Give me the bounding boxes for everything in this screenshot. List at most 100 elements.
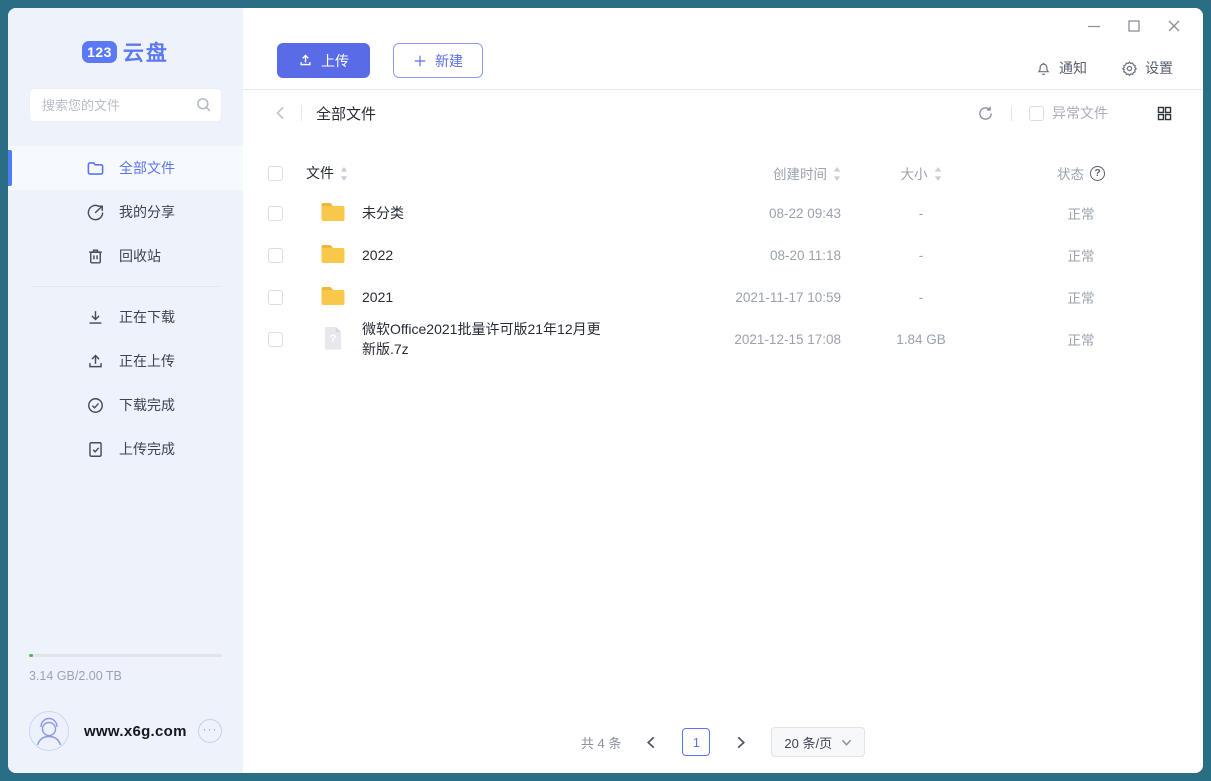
abnormal-files-label: 异常文件 [1052,103,1108,123]
account-site-label: www.x6g.com [84,723,187,740]
row-checkbox[interactable] [268,290,283,305]
table-row[interactable]: ? 微软Office2021批量许可版21年12月更新版.7z 2021-12-… [268,318,1161,360]
folder-icon [320,201,346,225]
file-size: - [841,290,1001,305]
storage-usage: 3.14 GB/2.00 TB [29,654,222,683]
unknown-file-icon: ? [320,327,346,351]
sidebar-item-label: 正在下载 [119,307,175,327]
sidebar-item-all-files[interactable]: 全部文件 [8,146,243,190]
file-name[interactable]: 微软Office2021批量许可版21年12月更新版.7z [362,319,606,359]
folder-icon [320,243,346,267]
minimize-button[interactable] [1087,19,1101,33]
page-size-label: 20 条/页 [784,733,832,752]
file-status: 正常 [1001,245,1161,265]
select-all-checkbox[interactable] [268,166,283,181]
main-panel: 上传 新建 通知 设置 [243,8,1203,773]
grid-view-icon[interactable] [1156,105,1173,122]
upload-icon [298,53,313,68]
sort-icon[interactable] [833,167,841,180]
controls-divider [1011,106,1012,121]
logo-badge-icon: 123 [82,41,117,63]
status-help-icon[interactable]: ? [1090,166,1105,181]
sidebar-item-downloading[interactable]: 正在下载 [8,295,243,339]
account-row[interactable]: www.x6g.com ··· [29,711,222,751]
file-created: 2021-11-17 10:59 [606,290,841,305]
unknown-file-glyph: ? [320,333,346,345]
breadcrumb-divider [301,105,302,121]
file-name[interactable]: 2021 [362,289,393,305]
breadcrumb: 全部文件 异常文件 [243,90,1203,136]
share-icon [86,203,105,222]
plus-icon [413,54,427,68]
table-row[interactable]: 2021 2021-11-17 10:59 - 正常 [268,276,1161,318]
gear-icon [1121,60,1138,77]
uploading-icon [86,352,105,371]
search-icon[interactable] [195,96,212,113]
row-checkbox[interactable] [268,206,283,221]
bell-icon [1035,60,1052,77]
row-checkbox[interactable] [268,248,283,263]
app-window: 123 云盘 全部文件 我的分享 [8,8,1203,773]
close-button[interactable] [1167,19,1181,33]
upload-button-label: 上传 [321,51,349,71]
new-button-label: 新建 [435,51,463,71]
page-number-button[interactable]: 1 [682,728,710,756]
sidebar-item-label: 全部文件 [119,158,175,178]
sidebar-item-recycle-bin[interactable]: 回收站 [8,234,243,278]
file-size: - [841,248,1001,263]
storage-label: 3.14 GB/2.00 TB [29,669,222,683]
sort-icon[interactable] [340,167,348,180]
storage-progress-fill [29,654,33,657]
settings-label: 设置 [1145,58,1173,78]
file-name[interactable]: 2022 [362,247,393,263]
back-icon[interactable] [273,105,289,121]
row-checkbox[interactable] [268,332,283,347]
file-created: 08-22 09:43 [606,206,841,221]
toolbar-right: 通知 设置 [1035,58,1173,78]
notifications-button[interactable]: 通知 [1035,58,1087,78]
search-input[interactable] [29,88,222,122]
upload-done-icon [86,440,105,459]
file-status: 正常 [1001,287,1161,307]
account-more-button[interactable]: ··· [198,719,222,743]
sidebar-item-label: 我的分享 [119,202,175,222]
sidebar-item-uploading[interactable]: 正在上传 [8,339,243,383]
abnormal-files-checkbox[interactable] [1029,106,1044,121]
pagination-total: 共 4 条 [581,733,621,752]
sidebar-item-label: 回收站 [119,246,161,266]
next-page-icon[interactable] [734,736,747,749]
sidebar-nav: 全部文件 我的分享 回收站 正在下载 [8,146,243,471]
sidebar-item-download-done[interactable]: 下载完成 [8,383,243,427]
maximize-button[interactable] [1127,19,1141,33]
file-status: 正常 [1001,329,1161,349]
settings-button[interactable]: 设置 [1121,58,1173,78]
sidebar-item-upload-done[interactable]: 上传完成 [8,427,243,471]
sidebar-divider [32,286,219,287]
download-done-icon [86,396,105,415]
sort-icon[interactable] [934,167,942,180]
file-created: 08-20 11:18 [606,248,841,263]
sidebar-item-my-shares[interactable]: 我的分享 [8,190,243,234]
pagination: 共 4 条 1 20 条/页 [243,727,1203,757]
logo-text: 云盘 [123,37,169,67]
toolbar: 上传 新建 通知 设置 [243,8,1203,90]
new-button[interactable]: 新建 [393,43,483,78]
app-logo: 123 云盘 [8,34,243,70]
table-header: 文件 创建时间 大小 [268,154,1161,192]
file-size: 1.84 GB [841,332,1001,347]
col-header-file: 文件 [306,163,334,183]
page-title: 全部文件 [316,103,376,124]
search-box [29,88,222,122]
prev-page-icon[interactable] [645,736,658,749]
table-row[interactable]: 2022 08-20 11:18 - 正常 [268,234,1161,276]
file-name[interactable]: 未分类 [362,203,404,223]
refresh-icon[interactable] [977,105,994,122]
page-size-select[interactable]: 20 条/页 [771,727,865,757]
avatar[interactable] [29,711,69,751]
notifications-label: 通知 [1059,58,1087,78]
folder-icon [86,159,105,178]
file-table: 文件 创建时间 大小 [243,136,1203,360]
upload-button[interactable]: 上传 [277,43,370,78]
col-header-status: 状态 [1057,163,1084,183]
table-row[interactable]: 未分类 08-22 09:43 - 正常 [268,192,1161,234]
